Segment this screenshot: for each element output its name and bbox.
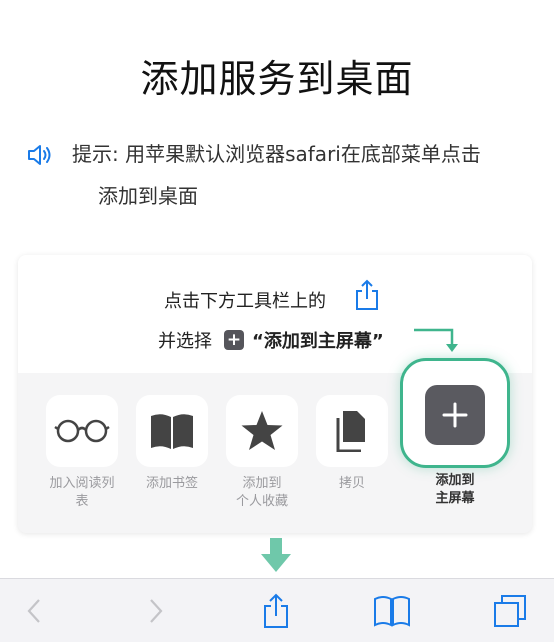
forward-icon: [150, 599, 163, 623]
tabs-button[interactable]: [490, 591, 530, 631]
action-add-favorites[interactable]: 添加到 个人收藏: [226, 395, 298, 511]
copy-icon: [336, 411, 365, 452]
forward-button[interactable]: [136, 591, 176, 631]
add-to-home-label-line2: 主屏幕: [435, 491, 475, 506]
safari-toolbar: [0, 578, 554, 642]
action-add-bookmark[interactable]: 添加书签: [136, 395, 208, 493]
add-to-home-label-line1: 添加到: [435, 473, 475, 488]
share-icon: [356, 279, 378, 310]
bookmarks-icon: [374, 596, 410, 627]
action-label: 加入阅读列表: [49, 476, 115, 509]
star-icon: [241, 411, 283, 450]
tabs-icon: [494, 595, 526, 627]
speaker-icon: [28, 145, 51, 165]
action-copy[interactable]: 拷贝: [316, 395, 388, 493]
plus-badge-icon: +: [224, 330, 244, 350]
share-icon: [264, 593, 288, 628]
action-label: 拷贝: [338, 476, 365, 491]
action-label: 添加书签: [145, 476, 198, 491]
instruction-line1: 点击下方工具栏上的: [164, 291, 326, 312]
arrow-down-icon: [261, 538, 291, 572]
instruction-line2-highlight: “添加到主屏幕”: [252, 331, 384, 352]
instruction-line2: 并选择 + “添加到主屏幕”: [158, 327, 384, 353]
plus-icon: [442, 402, 468, 428]
tip-text-line2: 添加到桌面: [98, 184, 198, 208]
page-title: 添加服务到桌面: [140, 57, 414, 101]
action-label-line2: 个人收藏: [235, 494, 288, 509]
add-to-home-label: 添加到 主屏幕: [414, 472, 496, 508]
back-button[interactable]: [14, 591, 54, 631]
glasses-icon: [54, 419, 110, 443]
add-to-home-button[interactable]: [425, 385, 485, 445]
bookmarks-button[interactable]: [372, 591, 412, 631]
connector-arrow-icon: [414, 328, 458, 352]
action-label: 添加到 个人收藏: [226, 475, 298, 511]
action-reading-list[interactable]: 加入阅读列表: [46, 395, 118, 511]
tip-text-line1: 提示: 用苹果默认浏览器safari在底部菜单点击: [72, 142, 481, 166]
instruction-line2-prefix: 并选择: [158, 331, 212, 352]
share-button[interactable]: [256, 591, 296, 631]
action-label-line1: 添加到: [242, 476, 282, 491]
back-icon: [27, 599, 40, 623]
book-icon: [151, 414, 193, 449]
